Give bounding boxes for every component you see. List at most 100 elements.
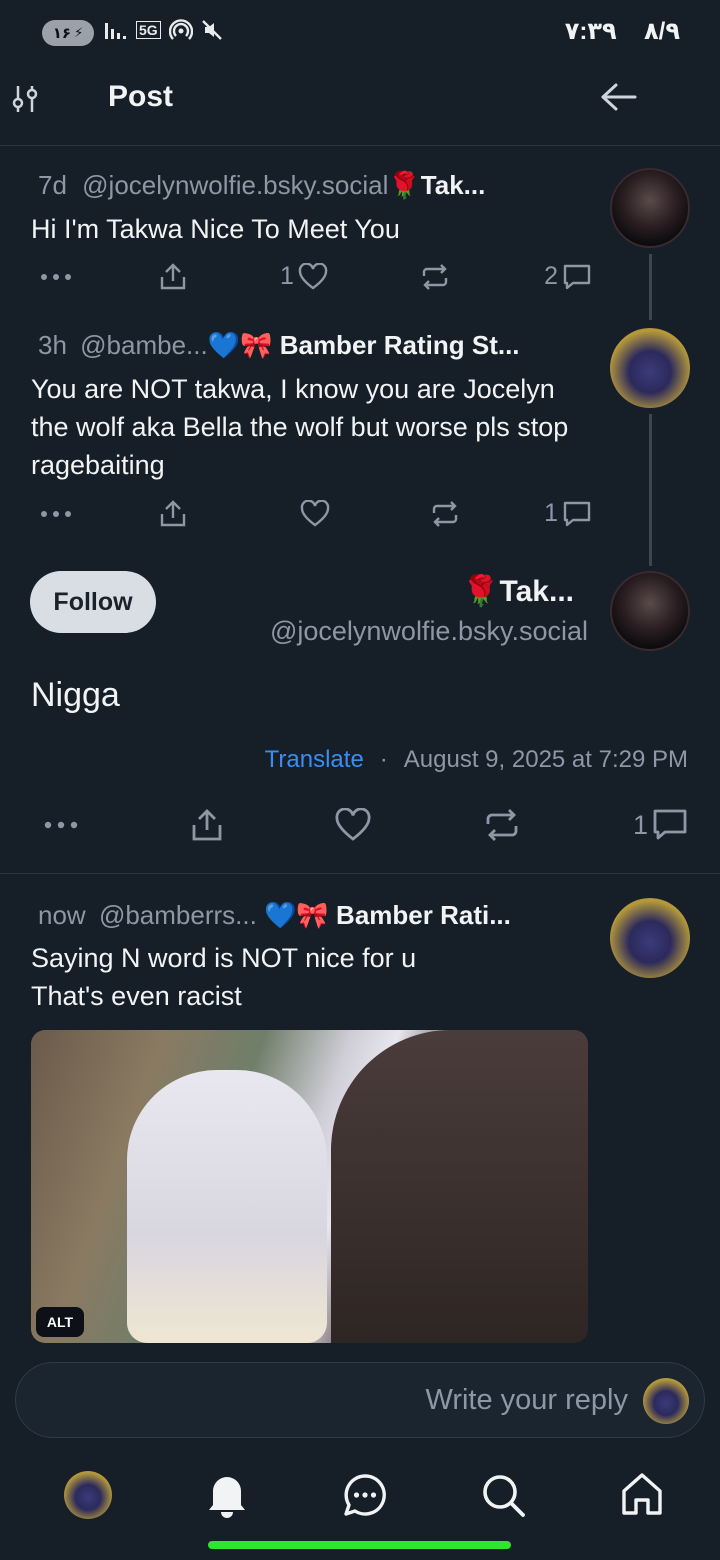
meta-separator: · xyxy=(379,746,388,773)
reply-count: 2 xyxy=(544,262,558,290)
post-text: Nigga xyxy=(31,676,120,714)
charging-icon: ⚡ xyxy=(74,25,84,40)
more-icon xyxy=(41,510,71,517)
mute-icon xyxy=(201,20,222,40)
more-button[interactable] xyxy=(44,821,78,829)
battery-level: ۱۶ xyxy=(52,25,72,42)
post-actions: 1 xyxy=(44,808,688,842)
repost-button[interactable] xyxy=(420,263,520,291)
follow-button[interactable]: Follow xyxy=(30,571,156,633)
display-name-emoji: 💙🎀 xyxy=(264,900,329,930)
post-text: Saying N word is NOT nice for u That's e… xyxy=(31,939,591,1015)
post-actions: 1 2 xyxy=(40,262,592,291)
display-name[interactable]: Tak... xyxy=(421,170,486,200)
reply-button[interactable]: 2 xyxy=(544,262,592,291)
more-button[interactable] xyxy=(40,273,160,281)
signal-icon xyxy=(105,23,126,39)
reply-icon xyxy=(563,501,591,526)
display-name-emoji: 🌹 xyxy=(388,170,421,200)
reply-button[interactable]: 1 xyxy=(633,808,688,842)
share-button[interactable] xyxy=(191,808,223,842)
divider xyxy=(0,873,720,874)
avatar xyxy=(643,1378,689,1424)
post-meta: 3h @bambe...💙🎀 Bamber Rating St... xyxy=(38,330,598,361)
search-icon[interactable] xyxy=(480,1472,526,1518)
page-title: Post xyxy=(108,80,174,113)
avatar[interactable] xyxy=(610,328,690,408)
reply-count: 1 xyxy=(544,499,558,527)
network-type: 5G xyxy=(136,21,161,39)
heart-icon xyxy=(300,499,330,526)
avatar[interactable] xyxy=(610,168,690,248)
more-button[interactable] xyxy=(40,510,160,518)
status-clock: ۷:۳۹ ۸/۹ xyxy=(565,17,680,46)
like-button[interactable] xyxy=(300,499,430,528)
like-button[interactable]: 1 xyxy=(280,262,420,291)
display-name: Tak... xyxy=(499,575,574,608)
home-icon[interactable] xyxy=(619,1471,665,1517)
post-text: You are NOT takwa, I know you are Jocely… xyxy=(31,374,569,480)
display-name-emoji: 💙🎀 xyxy=(207,330,273,360)
post-meta: 7d @jocelynwolfie.bsky.social🌹Tak... xyxy=(38,170,598,201)
alt-badge[interactable]: ALT xyxy=(36,1307,84,1337)
post-text-line: Saying N word is NOT nice for u xyxy=(31,943,417,973)
share-button[interactable] xyxy=(160,499,300,528)
like-count: 1 xyxy=(280,262,294,290)
share-icon xyxy=(192,809,222,841)
chat-icon[interactable] xyxy=(342,1472,388,1518)
heart-icon xyxy=(298,262,328,289)
post-time: 7d xyxy=(38,170,67,200)
post-handle[interactable]: @jocelynwolfie.bsky.social xyxy=(82,170,388,200)
image-figure xyxy=(127,1070,327,1343)
post-handle[interactable]: @jocelynwolfie.bsky.social xyxy=(270,616,588,647)
post-meta-row: Translate · August 9, 2025 at 7:29 PM xyxy=(265,746,688,774)
repost-button[interactable] xyxy=(430,500,530,528)
more-icon xyxy=(41,273,71,280)
hotspot-icon xyxy=(168,19,193,40)
image-figure xyxy=(331,1030,588,1343)
translate-link[interactable]: Translate xyxy=(265,746,364,774)
share-icon xyxy=(160,262,186,289)
display-name-emoji: 🌹 xyxy=(462,575,500,608)
avatar[interactable] xyxy=(610,571,690,651)
repost-icon xyxy=(422,263,448,290)
post-time: 3h xyxy=(38,330,67,360)
author-name[interactable]: 🌹Tak... xyxy=(462,574,574,609)
reply-placeholder: Write your reply xyxy=(425,1384,628,1416)
post-time: now xyxy=(38,900,86,930)
like-button[interactable] xyxy=(335,808,371,842)
status-icons: 5G xyxy=(104,18,223,42)
post-meta: now @bamberrs... 💙🎀 Bamber Rati... xyxy=(38,900,598,931)
battery-indicator: ۱۶ ⚡ xyxy=(42,20,94,46)
reply-icon xyxy=(653,809,687,840)
reply-count: 1 xyxy=(632,809,648,840)
post-timestamp: August 9, 2025 at 7:29 PM xyxy=(403,746,688,773)
reply-icon xyxy=(563,264,591,289)
post-actions: 1 xyxy=(40,499,592,528)
avatar[interactable] xyxy=(610,898,690,978)
filter-icon[interactable] xyxy=(10,84,42,114)
back-arrow-icon[interactable] xyxy=(600,82,638,112)
share-button[interactable] xyxy=(160,262,280,291)
home-indicator[interactable] xyxy=(208,1541,511,1549)
post-handle[interactable]: @bamberrs... xyxy=(99,900,257,930)
repost-icon xyxy=(486,809,518,841)
reply-button[interactable]: 1 xyxy=(544,499,592,528)
more-icon xyxy=(44,821,78,829)
bell-icon[interactable] xyxy=(205,1472,249,1518)
status-time: ۷:۳۹ xyxy=(564,18,617,45)
heart-icon xyxy=(335,808,371,841)
post-text: Hi I'm Takwa Nice To Meet You xyxy=(31,214,400,244)
thread-connector xyxy=(649,414,652,566)
share-icon xyxy=(160,499,186,526)
display-name[interactable]: Bamber Rati... xyxy=(336,900,511,930)
nav-profile-avatar[interactable] xyxy=(64,1471,112,1519)
thread-connector xyxy=(649,254,652,320)
display-name[interactable]: Bamber Rating St... xyxy=(280,330,520,360)
status-date: ۸/۹ xyxy=(644,18,680,45)
post-text-line: That's even racist xyxy=(31,981,242,1011)
post-handle[interactable]: @bambe... xyxy=(80,330,208,360)
repost-icon xyxy=(432,500,458,527)
post-image[interactable] xyxy=(31,1030,588,1343)
repost-button[interactable] xyxy=(484,808,520,842)
